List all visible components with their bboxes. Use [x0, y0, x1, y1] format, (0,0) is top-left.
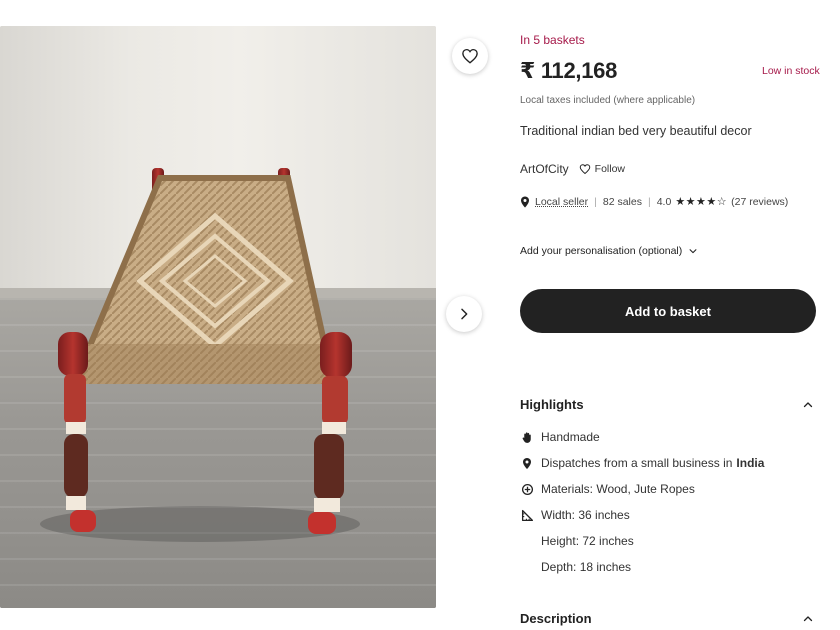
reviews-link[interactable]: (27 reviews) [731, 196, 788, 208]
seller-meta: Local seller | 82 sales | 4.0 ★★★★☆ (27 … [520, 195, 788, 208]
highlights-header[interactable]: Highlights [520, 397, 814, 412]
personalisation-toggle[interactable]: Add your personalisation (optional) [520, 245, 698, 257]
highlight-dispatch: Dispatches from a small business in Indi… [520, 456, 764, 470]
seller-row: ArtOfCity Follow [520, 162, 625, 176]
tax-note: Local taxes included (where applicable) [520, 95, 696, 106]
next-image-button[interactable] [446, 296, 482, 332]
stock-status: Low in stock [762, 65, 820, 77]
chevron-up-icon [803, 615, 813, 621]
personalisation-label: Add your personalisation (optional) [520, 245, 683, 257]
meta-separator: | [647, 195, 651, 208]
hand-icon [520, 430, 534, 444]
highlight-width-text: Width: 36 inches [541, 508, 630, 522]
meta-separator: | [594, 195, 597, 208]
chevron-up-icon [803, 401, 813, 407]
highlight-dispatch-country: India [736, 456, 765, 470]
chevron-right-icon [461, 308, 468, 320]
product-title: Traditional indian bed very beautiful de… [520, 124, 752, 138]
ruler-icon [520, 508, 534, 522]
product-price: ₹ 112,168 [520, 58, 618, 83]
highlight-dispatch-text: Dispatches from a small business in [541, 456, 733, 470]
highlight-handmade: Handmade [520, 430, 600, 444]
highlight-depth-text: Depth: 18 inches [541, 560, 632, 574]
shop-name-link[interactable]: ArtOfCity [520, 162, 569, 176]
follow-button[interactable]: Follow [579, 163, 625, 175]
materials-icon [520, 482, 534, 496]
highlight-materials: Materials: Wood, Jute Ropes [520, 482, 695, 496]
description-heading: Description [520, 611, 592, 626]
basket-count: In 5 baskets [520, 33, 585, 47]
rating-value: 4.0 [656, 195, 672, 208]
add-to-basket-button[interactable]: Add to basket [520, 289, 816, 333]
highlight-height-text: Height: 72 inches [541, 534, 634, 548]
map-pin-icon [520, 456, 534, 470]
highlight-materials-text: Materials: Wood, Jute Ropes [541, 482, 695, 496]
star-rating: ★★★★☆ [675, 196, 728, 208]
sales-count: 82 sales [602, 195, 642, 208]
highlights-heading: Highlights [520, 397, 584, 412]
heart-icon [462, 48, 478, 64]
local-seller-link[interactable]: Local seller [535, 196, 588, 208]
follow-label: Follow [594, 163, 626, 175]
charpai-bed-illustration [40, 168, 360, 542]
highlight-width: Width: 36 inches [520, 508, 630, 522]
product-image[interactable] [0, 26, 436, 608]
favorite-button[interactable] [452, 38, 488, 74]
heart-icon [579, 164, 590, 175]
map-pin-icon [521, 196, 529, 207]
chevron-down-icon [689, 249, 697, 254]
highlight-handmade-text: Handmade [541, 430, 600, 444]
description-header[interactable]: Description [520, 611, 814, 626]
